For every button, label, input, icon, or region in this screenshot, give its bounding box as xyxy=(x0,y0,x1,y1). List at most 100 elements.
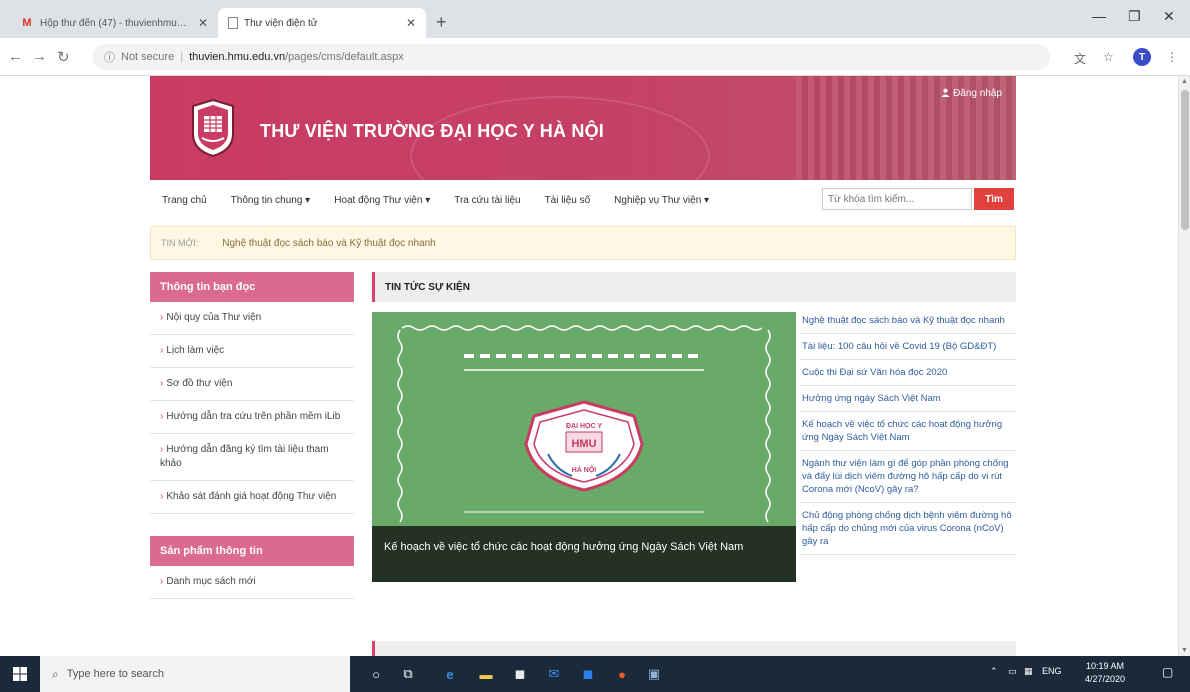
scroll-up-icon[interactable]: ▲ xyxy=(1181,78,1188,85)
store-icon[interactable]: ◼ xyxy=(510,664,530,684)
section-title-news: TIN TỨC SỰ KIỆN xyxy=(372,272,1016,302)
profile-avatar[interactable]: T xyxy=(1133,48,1151,66)
scrollbar-thumb[interactable] xyxy=(1181,90,1189,230)
sidebar-item-label: Khảo sát đánh giá hoạt động Thư viện xyxy=(166,491,337,502)
page-scrollbar[interactable]: ▲ ▼ xyxy=(1178,76,1190,656)
bullet-icon: › xyxy=(160,444,164,455)
nav-item-home[interactable]: Trang chủ xyxy=(150,195,219,206)
scroll-down-icon[interactable]: ▼ xyxy=(1181,647,1188,654)
cortana-icon[interactable]: ○ xyxy=(366,664,386,684)
news-link-2[interactable]: Tài liệu: 100 câu hỏi về Covid 19 (Bộ GD… xyxy=(800,334,1016,360)
news-link-3[interactable]: Cuộc thi Đại sứ Văn hóa đọc 2020 xyxy=(800,360,1016,386)
language-indicator[interactable]: ENG xyxy=(1042,666,1062,676)
reload-icon[interactable]: ↻ xyxy=(57,48,70,66)
new-tab-button[interactable]: + xyxy=(436,12,447,33)
bullet-icon: › xyxy=(160,378,164,389)
ticker-label: TIN MỚI: xyxy=(161,238,199,248)
url-field[interactable]: ⓘ Not secure | thuvien.hmu.edu.vn /pages… xyxy=(92,44,1050,70)
ticker-link[interactable]: Nghệ thuật đọc sách báo và Kỹ thuật đọc … xyxy=(222,238,436,249)
window-close-icon[interactable]: ✕ xyxy=(1163,8,1175,25)
start-button[interactable] xyxy=(0,656,40,692)
site-search-input[interactable] xyxy=(822,188,972,210)
forward-arrow-icon[interactable]: → xyxy=(32,48,47,65)
news-link-6[interactable]: Ngành thư viện làm gì để góp phần phòng … xyxy=(800,451,1016,503)
emblem-text-mid: HMU xyxy=(571,438,596,450)
clock-time: 10:19 AM xyxy=(1086,661,1125,671)
sidebar-item-survey[interactable]: › Khảo sát đánh giá hoạt động Thư viện xyxy=(150,481,354,514)
sidebar-item-rules[interactable]: › Nội quy của Thư viện xyxy=(150,302,354,335)
edge-icon[interactable]: e xyxy=(440,664,460,684)
featured-news-card[interactable]: ĐẠI HỌC Y HMU HÀ NỘI Kế hoạch về việc tổ… xyxy=(372,312,796,582)
app-icon[interactable]: ◼ xyxy=(578,664,598,684)
sidebar-products-list: › Danh mục sách mới xyxy=(150,566,354,599)
news-ticker: TIN MỚI: Nghệ thuật đọc sách báo và Kỹ t… xyxy=(150,226,1016,260)
translate-icon[interactable]: 文 xyxy=(1074,50,1086,67)
emblem-text-top: ĐẠI HỌC Y xyxy=(566,423,602,430)
sidebar-item-label: Hướng dẫn tra cứu trên phần mềm iLib xyxy=(166,411,341,422)
sidebar-item-map[interactable]: › Sơ đồ thư viện xyxy=(150,368,354,401)
taskbar-search-placeholder: Type here to search xyxy=(66,668,164,680)
login-link[interactable]: Đăng nhập xyxy=(941,88,1002,99)
sidebar-box-reader-info-title: Thông tin bạn đọc xyxy=(150,272,354,302)
minimize-icon[interactable]: — xyxy=(1092,8,1106,24)
taskbar-clock[interactable]: 10:19 AM 4/27/2020 xyxy=(1085,660,1125,686)
user-icon xyxy=(941,88,950,97)
bullet-icon: › xyxy=(160,312,164,323)
sidebar-item-register-guide[interactable]: › Hướng dẫn đăng ký tìm tài liệu tham khả… xyxy=(150,434,354,481)
sidebar-item-label: Lịch làm việc xyxy=(166,345,225,356)
windows-taskbar: ⌕ Type here to search ○ ⧉ e ▬ ◼ ✉ ◼ ● ▣ … xyxy=(0,656,1190,692)
network-icon[interactable]: ▦ xyxy=(1024,666,1033,677)
address-bar-row: ← → ↻ ⓘ Not secure | thuvien.hmu.edu.vn … xyxy=(0,38,1190,76)
site-header: THƯ VIỆN TRƯỜNG ĐẠI HỌC Y HÀ NỘI Đăng nh… xyxy=(150,76,1016,180)
sidebar-item-new-books[interactable]: › Danh mục sách mới xyxy=(150,566,354,599)
featured-news-image: ĐẠI HỌC Y HMU HÀ NỘI xyxy=(397,325,771,523)
tray-chevron-icon[interactable]: ⌃ xyxy=(990,666,998,677)
news-link-1[interactable]: Nghệ thuật đọc sách báo và Kỹ thuật đọc … xyxy=(800,308,1016,334)
nav-item-general-info[interactable]: Thông tin chung ▾ xyxy=(219,195,323,206)
nav-item-library-services[interactable]: Nghiệp vụ Thư viện ▾ xyxy=(602,195,721,206)
news-link-4[interactable]: Hưởng ứng ngày Sách Việt Nam xyxy=(800,386,1016,412)
mail-icon[interactable]: ✉ xyxy=(544,664,564,684)
file-explorer-icon[interactable]: ▬ xyxy=(476,664,496,684)
nav-item-library-activities[interactable]: Hoạt động Thư viện ▾ xyxy=(322,195,442,206)
menu-kebab-icon[interactable]: ⋮ xyxy=(1166,50,1178,64)
photos-icon[interactable]: ▣ xyxy=(644,664,664,684)
section-title-library-activities xyxy=(372,641,1016,656)
site-container: THƯ VIỆN TRƯỜNG ĐẠI HỌC Y HÀ NỘI Đăng nh… xyxy=(150,76,1016,656)
news-link-5[interactable]: Kế hoạch về việc tổ chức các hoạt động h… xyxy=(800,412,1016,451)
site-title: THƯ VIỆN TRƯỜNG ĐẠI HỌC Y HÀ NỘI xyxy=(260,121,604,141)
site-search-button[interactable]: Tìm xyxy=(974,188,1014,210)
sidebar-item-schedule[interactable]: › Lịch làm việc xyxy=(150,335,354,368)
sidebar: Thông tin bạn đọc › Nội quy của Thư viện … xyxy=(150,272,354,599)
nav-item-search-documents[interactable]: Tra cứu tài liệu xyxy=(442,195,532,206)
main-nav: Trang chủ Thông tin chung ▾ Hoạt động Th… xyxy=(150,180,1016,220)
restore-icon[interactable]: ❐ xyxy=(1128,8,1141,25)
sidebar-item-ilib-guide[interactable]: › Hướng dẫn tra cứu trên phần mềm iLib xyxy=(150,401,354,434)
notifications-icon[interactable]: ▢ xyxy=(1162,665,1173,679)
battery-icon[interactable]: ▭ xyxy=(1008,666,1017,677)
sidebar-item-label: Sơ đồ thư viện xyxy=(166,378,233,389)
tab-gmail[interactable]: M Hộp thư đến (47) - thuvienhmu@... ✕ xyxy=(10,8,218,38)
tab-library[interactable]: Thư viện điện tử ✕ xyxy=(218,8,426,38)
windows-logo-icon xyxy=(13,667,27,681)
url-path: /pages/cms/default.aspx xyxy=(285,51,404,63)
taskbar-search[interactable]: ⌕ Type here to search xyxy=(40,656,350,692)
news-link-7[interactable]: Chủ động phòng chống dịch bệnh viêm đườn… xyxy=(800,503,1016,555)
university-logo-icon[interactable] xyxy=(190,98,236,158)
task-view-icon[interactable]: ⧉ xyxy=(398,664,418,684)
tab-title: Hộp thư đến (47) - thuvienhmu@... xyxy=(40,17,192,29)
chrome-icon[interactable]: ● xyxy=(612,664,632,684)
security-label: Not secure xyxy=(121,51,175,63)
info-icon[interactable]: ⓘ xyxy=(104,49,115,65)
close-icon[interactable]: ✕ xyxy=(406,16,416,30)
page-icon xyxy=(228,17,238,29)
star-icon[interactable]: ☆ xyxy=(1103,50,1114,64)
nav-item-digital-documents[interactable]: Tài liệu số xyxy=(533,195,603,206)
bullet-icon: › xyxy=(160,345,164,356)
close-icon[interactable]: ✕ xyxy=(198,16,208,30)
back-arrow-icon[interactable]: ← xyxy=(8,48,23,65)
bullet-icon: › xyxy=(160,411,164,422)
featured-news-caption[interactable]: Kế hoạch về việc tổ chức các hoạt động h… xyxy=(372,526,796,582)
tab-title: Thư viện điện tử xyxy=(244,17,318,29)
sidebar-item-label: Nội quy của Thư viện xyxy=(166,312,262,323)
